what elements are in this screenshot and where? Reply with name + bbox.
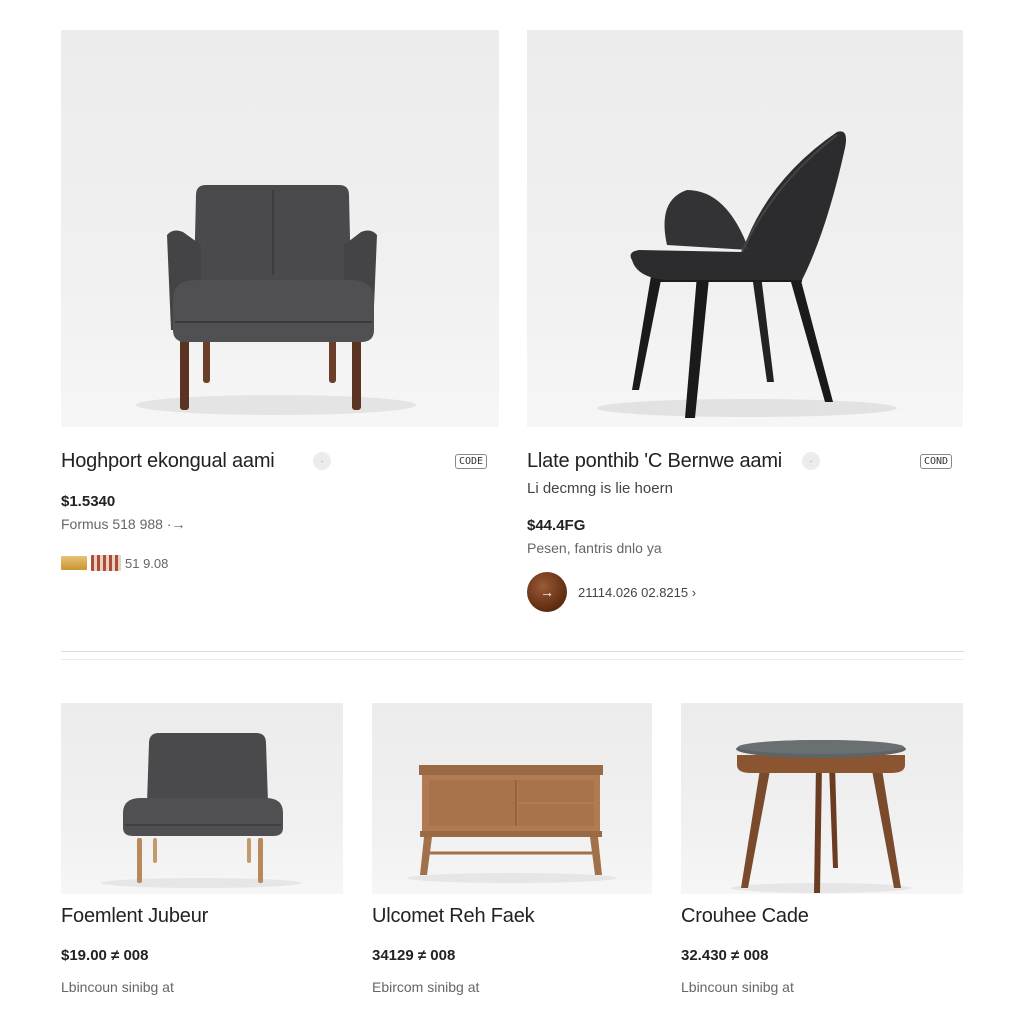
product-badge: CODE xyxy=(455,454,488,469)
product-image-round-stool[interactable] xyxy=(681,703,963,894)
info-chip-icon[interactable]: · xyxy=(313,452,331,470)
product-meta: Pesen, fantris dnlo ya xyxy=(527,540,662,556)
rating-text: 51 9.08 xyxy=(125,555,169,571)
product-image-shell-chair[interactable] xyxy=(527,30,963,427)
product-price: 34129 ≠ 008 xyxy=(372,947,456,964)
product-meta: Formus 518 988 ·→ xyxy=(61,516,186,532)
product-meta: Lbincoun sinibg at xyxy=(681,979,794,995)
product-title[interactable]: Ulcomet Reh Faek xyxy=(372,905,535,928)
product-price: $44.4FG xyxy=(527,517,586,534)
product-price: $19.00 ≠ 008 xyxy=(61,947,149,964)
product-price: 32.430 ≠ 008 xyxy=(681,947,769,964)
product-price: $1.5340 xyxy=(61,493,116,510)
product-meta: Lbincoun sinibg at xyxy=(61,979,174,995)
product-badge: COND xyxy=(920,454,953,469)
seller-avatar[interactable]: → xyxy=(527,572,567,612)
seller-info: 21114.026 02.8215 › xyxy=(578,585,697,600)
product-image-lounge-chair[interactable] xyxy=(61,703,343,894)
product-title[interactable]: Foemlent Jubeur xyxy=(61,905,208,928)
section-divider xyxy=(61,659,964,660)
info-chip-icon[interactable]: · xyxy=(802,452,820,470)
product-title[interactable]: Llate ponthib 'C Bernwe aami xyxy=(527,450,782,473)
round-stool-illustration xyxy=(731,740,911,893)
rating-swatch-icon xyxy=(61,556,87,570)
product-subtitle: Li decmng is lie hoern xyxy=(527,480,673,497)
rating-stripe-icon xyxy=(91,555,121,571)
section-divider xyxy=(61,651,964,652)
shell-chair-illustration xyxy=(597,131,897,418)
product-title[interactable]: Hoghport ekongual aami xyxy=(61,450,275,473)
sideboard-illustration xyxy=(407,765,617,883)
armchair-illustration xyxy=(136,185,416,415)
rating-row: 51 9.08 xyxy=(61,555,168,571)
product-meta: Ebircom sinibg at xyxy=(372,979,480,995)
lounge-chair-illustration xyxy=(101,733,301,888)
product-title[interactable]: Crouhee Cade xyxy=(681,905,809,928)
product-image-sideboard[interactable] xyxy=(372,703,652,894)
product-image-armchair[interactable] xyxy=(61,30,499,427)
